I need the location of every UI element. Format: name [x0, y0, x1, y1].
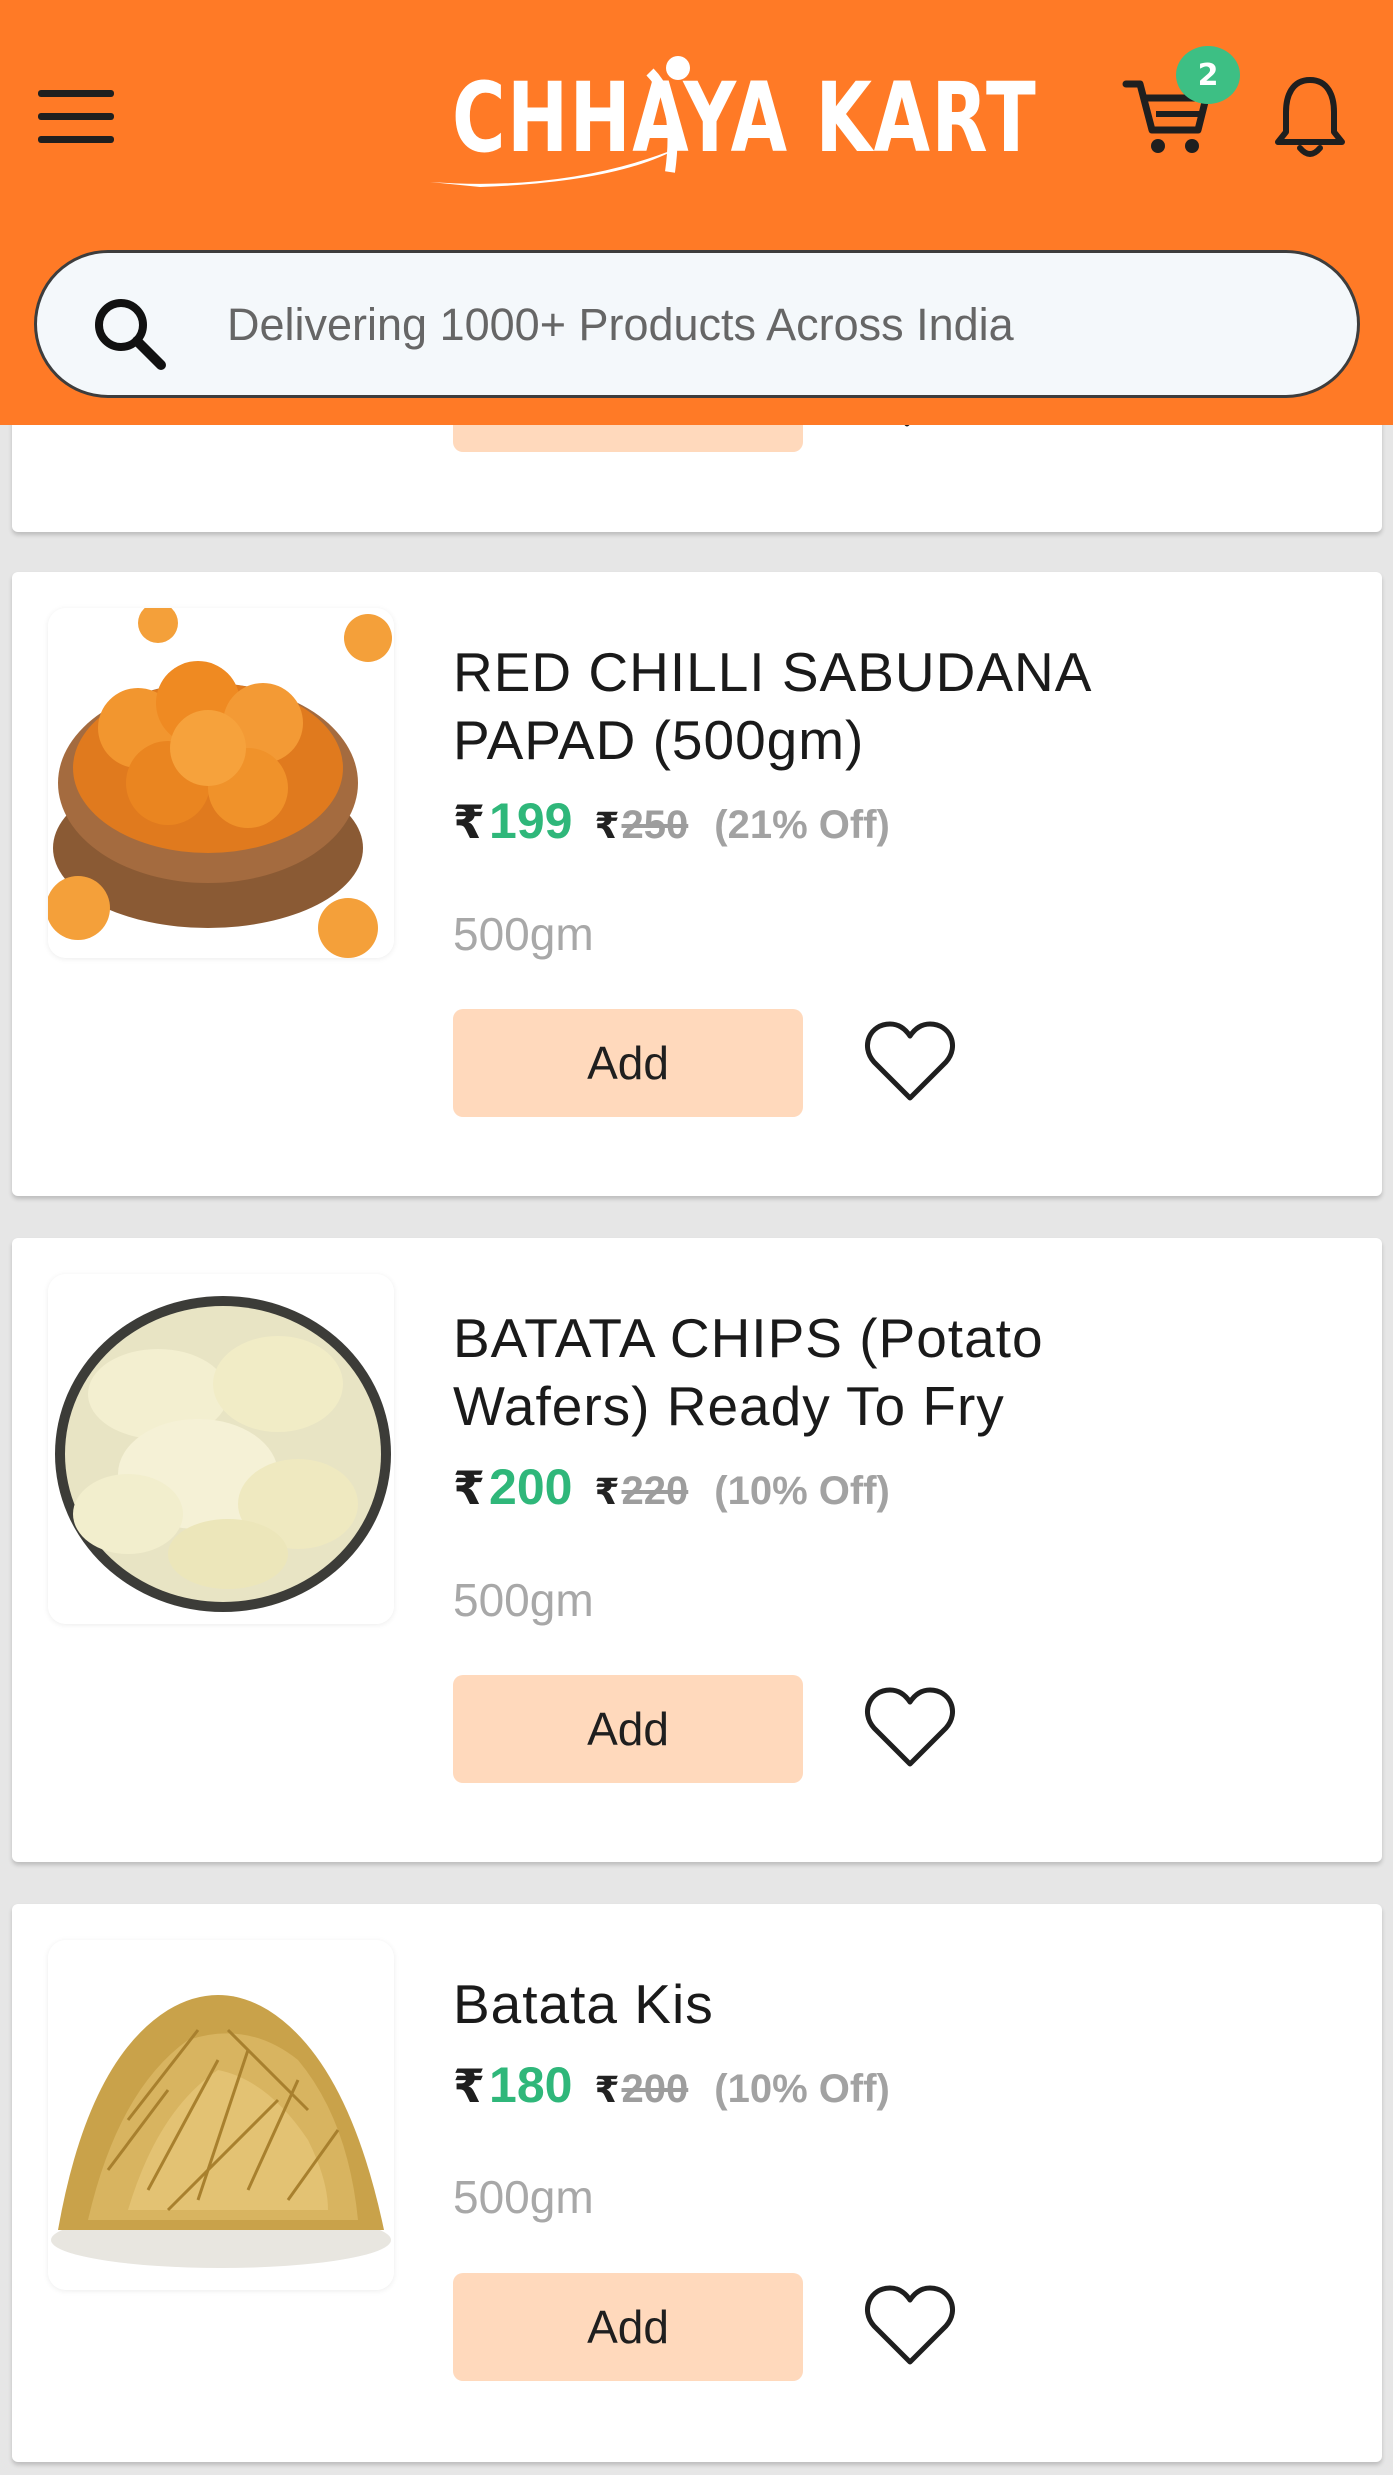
mrp-price: 250 — [621, 803, 689, 847]
product-weight: 500gm — [453, 908, 594, 960]
currency-symbol-mrp: ₹ — [594, 1472, 620, 1513]
logo-text: CHHAYA KART — [452, 62, 1038, 174]
currency-symbol: ₹ — [453, 795, 486, 849]
currency-symbol: ₹ — [453, 1461, 486, 1515]
discount-label: (10% Off) — [714, 2067, 890, 2111]
product-image[interactable] — [48, 608, 394, 958]
product-card[interactable]: RED CHILLI SABUDANA PAPAD (500gm) ₹ 199 … — [12, 572, 1382, 1196]
product-image[interactable] — [48, 1940, 394, 2290]
add-button[interactable]: Add — [453, 1009, 803, 1117]
price-row: ₹ 199 ₹ 250 (21% Off) — [453, 792, 890, 862]
discount-label: (21% Off) — [714, 803, 890, 847]
product-card[interactable]: BATATA CHIPS (Potato Wafers) Ready To Fr… — [12, 1238, 1382, 1862]
search-input[interactable] — [227, 283, 1327, 367]
search-bar[interactable] — [34, 250, 1360, 398]
product-weight: 500gm — [453, 1574, 594, 1626]
product-title[interactable]: Batata Kis — [453, 1970, 1213, 2038]
selling-price: 200 — [489, 1459, 573, 1515]
currency-symbol: ₹ — [453, 2059, 486, 2113]
cart-count-badge: 2 — [1176, 46, 1240, 104]
search-icon[interactable] — [89, 293, 169, 373]
brand-logo[interactable]: CHHAYA KART — [420, 52, 1036, 202]
mrp-price: 200 — [621, 2067, 689, 2111]
bell-icon[interactable] — [1272, 74, 1348, 162]
add-button[interactable]: Add — [453, 2273, 803, 2381]
price-row: ₹ 180 ₹ 200 (10% Off) — [453, 2056, 890, 2126]
product-title[interactable]: BATATA CHIPS (Potato Wafers) Ready To Fr… — [453, 1304, 1213, 1440]
selling-price: 180 — [489, 2057, 573, 2113]
discount-label: (10% Off) — [714, 1469, 890, 1513]
app-header: CHHAYA KART 2 — [0, 0, 1393, 425]
product-list-page: CHHAYA KART 2 Delivering 1000+ Products … — [0, 0, 1393, 2475]
menu-icon[interactable] — [38, 86, 118, 148]
heart-icon[interactable] — [864, 1686, 956, 1770]
product-card[interactable]: Batata Kis ₹ 180 ₹ 200 (10% Off) 500gm A… — [12, 1904, 1382, 2462]
currency-symbol-mrp: ₹ — [594, 806, 620, 847]
product-title[interactable]: RED CHILLI SABUDANA PAPAD (500gm) — [453, 638, 1213, 774]
heart-icon[interactable] — [864, 1020, 956, 1104]
price-row: ₹ 200 ₹ 220 (10% Off) — [453, 1458, 890, 1528]
selling-price: 199 — [489, 793, 573, 849]
add-button[interactable]: Add — [453, 1675, 803, 1783]
heart-icon[interactable] — [864, 2284, 956, 2368]
product-image[interactable] — [48, 1274, 394, 1624]
mrp-price: 220 — [621, 1469, 689, 1513]
product-weight: 500gm — [453, 2171, 594, 2223]
currency-symbol-mrp: ₹ — [594, 2070, 620, 2111]
